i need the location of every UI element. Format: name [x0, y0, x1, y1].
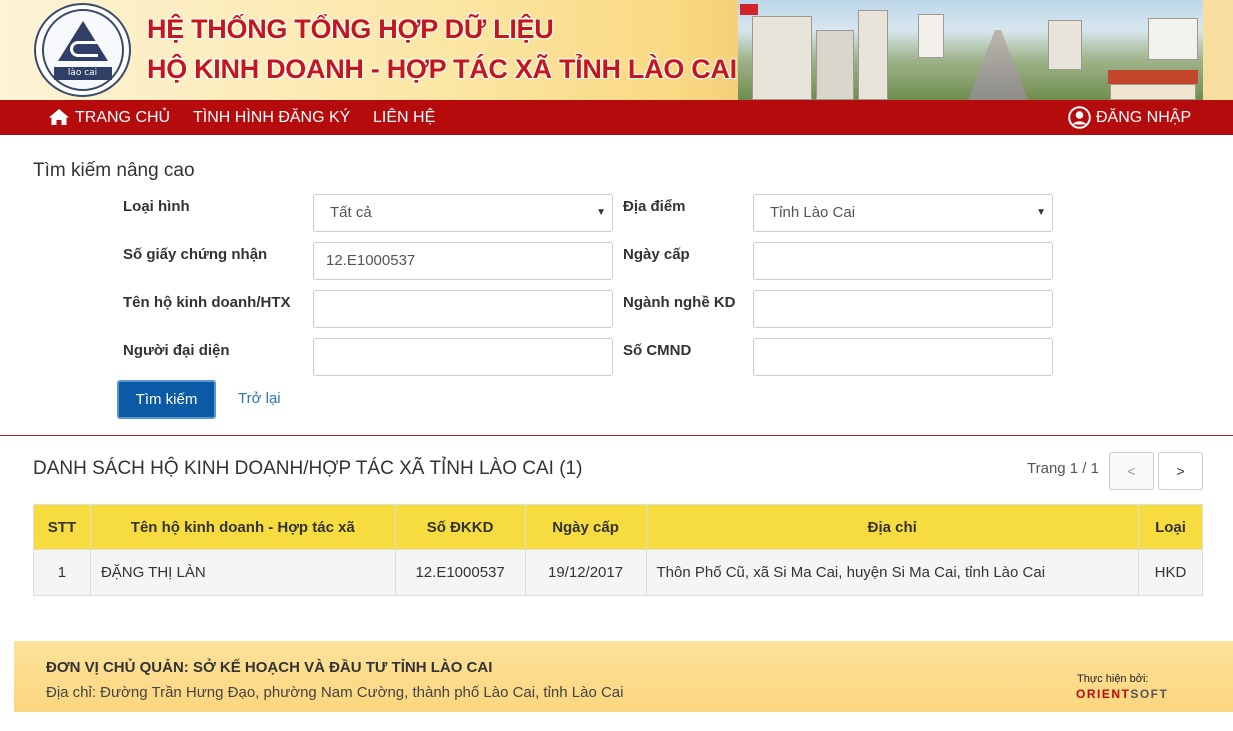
logo-text: lào cai	[53, 67, 112, 80]
business-type-label: Loại hình	[123, 198, 190, 215]
lao-cai-logo[interactable]: lào cai	[34, 3, 131, 97]
industry-input[interactable]	[753, 290, 1053, 328]
location-label: Địa điểm	[623, 198, 686, 215]
business-name-label: Tên hộ kinh doanh/HTX	[123, 294, 291, 311]
table-row[interactable]: 1 ĐẶNG THỊ LÀN 12.E1000537 19/12/2017 Th…	[33, 549, 1204, 596]
building-shape	[752, 16, 812, 100]
chevron-down-icon: ▼	[596, 207, 606, 218]
brand-orient: ORIENT	[1076, 687, 1131, 701]
nav-contact[interactable]: LIÊN HỆ	[373, 100, 435, 135]
business-type-value: Tất cả	[330, 204, 372, 221]
cell-issue-date: 19/12/2017	[524, 549, 647, 596]
results-table: STT Tên hộ kinh doanh - Hợp tác xã Số ĐK…	[33, 504, 1204, 596]
id-number-input[interactable]	[753, 338, 1053, 376]
building-shape	[1048, 20, 1082, 70]
issue-date-input[interactable]	[753, 242, 1053, 280]
home-icon[interactable]	[48, 108, 70, 126]
footer-owner: ĐƠN VỊ CHỦ QUẢN: SỞ KẾ HOẠCH VÀ ĐẦU TƯ T…	[46, 659, 493, 676]
nav-login[interactable]: ĐĂNG NHẬP	[1096, 100, 1191, 135]
col-issue-date[interactable]: Ngày cấp	[524, 504, 647, 550]
next-page-button[interactable]: >	[1158, 452, 1203, 490]
page-info: Trang 1 / 1	[1027, 460, 1099, 477]
building-shape	[1148, 18, 1198, 60]
main-navbar: TRANG CHỦ TÌNH HÌNH ĐĂNG KÝ LIÊN HỆ ĐĂNG…	[0, 100, 1233, 135]
issue-date-label: Ngày cấp	[623, 246, 690, 263]
id-number-label: Số CMND	[623, 342, 692, 359]
search-button[interactable]: Tìm kiếm	[117, 380, 216, 419]
nav-home[interactable]: TRANG CHỦ	[75, 100, 170, 135]
logo-emblem: lào cai	[41, 9, 124, 91]
cell-address: Thôn Phố Cũ, xã Si Ma Cai, huyện Si Ma C…	[645, 549, 1139, 596]
section-divider	[0, 435, 1233, 436]
user-icon[interactable]	[1068, 106, 1091, 129]
industry-label: Ngành nghề KD	[623, 294, 736, 311]
cell-stt: 1	[33, 549, 91, 596]
cell-registration-number: 12.E1000537	[394, 549, 526, 596]
col-registration-number[interactable]: Số ĐKKD	[394, 504, 526, 550]
logo-c-icon	[69, 41, 98, 57]
certificate-number-label: Số giấy chứng nhận	[123, 246, 268, 263]
building-shape	[1110, 84, 1196, 100]
building-shape	[918, 14, 944, 58]
site-title-line2: HỘ KINH DOANH - HỢP TÁC XÃ TỈNH LÀO CAI	[147, 54, 737, 84]
location-value: Tỉnh Lào Cai	[770, 204, 856, 221]
location-select[interactable]: Tỉnh Lào Cai ▼	[753, 194, 1053, 232]
orientsoft-logo[interactable]: ORIENTSOFT	[1076, 687, 1168, 701]
brand-soft: SOFT	[1130, 687, 1169, 701]
footer: ĐƠN VỊ CHỦ QUẢN: SỞ KẾ HOẠCH VÀ ĐẦU TƯ T…	[14, 641, 1233, 712]
prev-page-button[interactable]: <	[1109, 452, 1154, 490]
certificate-number-input[interactable]: 12.E1000537	[313, 242, 613, 280]
cell-type: HKD	[1137, 549, 1204, 596]
representative-label: Người đại diện	[123, 342, 230, 359]
nav-registration-status[interactable]: TÌNH HÌNH ĐĂNG KÝ	[193, 100, 350, 135]
footer-made-by: Thực hiện bởi:	[1077, 673, 1149, 685]
chevron-down-icon: ▼	[1036, 207, 1046, 218]
col-address[interactable]: Địa chỉ	[645, 504, 1139, 550]
road-shape	[968, 30, 1028, 100]
building-shape	[816, 30, 854, 100]
business-name-input[interactable]	[313, 290, 613, 328]
city-banner-image	[738, 0, 1203, 100]
business-type-select[interactable]: Tất cả ▼	[313, 194, 613, 232]
col-stt[interactable]: STT	[33, 504, 91, 550]
building-shape	[858, 10, 888, 100]
cell-business-name[interactable]: ĐẶNG THỊ LÀN	[89, 549, 396, 596]
table-header-row: STT Tên hộ kinh doanh - Hợp tác xã Số ĐK…	[33, 504, 1204, 550]
site-title-line1: HỆ THỐNG TỔNG HỢP DỮ LIỆU	[147, 14, 554, 44]
flag-icon	[740, 4, 758, 15]
representative-input[interactable]	[313, 338, 613, 376]
col-type[interactable]: Loại	[1137, 504, 1204, 550]
header-banner: lào cai HỆ THỐNG TỔNG HỢP DỮ LIỆU HỘ KIN…	[0, 0, 1233, 100]
footer-address: Địa chỉ: Đường Trần Hưng Đạo, phường Nam…	[46, 684, 624, 701]
col-business-name[interactable]: Tên hộ kinh doanh - Hợp tác xã	[89, 504, 396, 550]
back-link[interactable]: Trở lại	[238, 390, 281, 407]
results-title: DANH SÁCH HỘ KINH DOANH/HỢP TÁC XÃ TỈNH …	[33, 458, 583, 479]
roof-shape	[1108, 70, 1198, 84]
advanced-search-title: Tìm kiếm nâng cao	[33, 160, 195, 181]
